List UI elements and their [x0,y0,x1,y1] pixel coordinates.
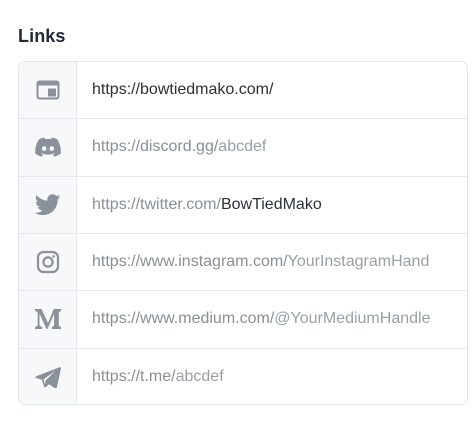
twitter-url-input[interactable]: https://twitter.com/BowTiedMako [77,177,467,233]
twitter-icon-cell [19,176,77,233]
instagram-url-input[interactable]: https://www.instagram.com/YourInstagramH… [77,234,467,290]
link-row-telegram: https://t.me/abcdef [19,348,467,404]
twitter-url-prefix: https://twitter.com/ [92,195,221,213]
discord-icon-cell [19,119,77,176]
telegram-icon [34,367,61,389]
telegram-url-placeholder: abcdef [175,368,224,386]
discord-icon [34,138,61,158]
instagram-url-placeholder: YourInstagramHand [287,253,430,271]
twitter-url-value: BowTiedMako [220,195,322,213]
link-row-website: https://bowtiedmako.com/ [19,62,467,120]
website-icon-cell [19,62,77,119]
website-icon [36,80,59,100]
section-title: Links [18,26,66,46]
discord-url-prefix: https://discord.gg/ [92,138,219,156]
instagram-icon-cell [19,233,77,291]
twitter-icon [34,194,61,215]
medium-icon-cell [19,291,77,348]
medium-url-prefix: https://www.medium.com/ [92,310,275,328]
discord-url-input[interactable]: https://discord.gg/abcdef [77,119,467,175]
link-row-instagram: https://www.instagram.com/YourInstagramH… [19,233,467,292]
link-row-twitter: https://twitter.com/BowTiedMako [19,176,467,234]
discord-url-placeholder: abcdef [218,138,267,156]
instagram-url-prefix: https://www.instagram.com/ [92,253,288,271]
telegram-icon-cell [19,348,77,404]
telegram-url-prefix: https://t.me/ [92,368,176,386]
medium-url-input[interactable]: https://www.medium.com/@YourMediumHandle [77,291,467,347]
website-url-input[interactable]: https://bowtiedmako.com/ [77,62,467,118]
link-row-discord: https://discord.gg/abcdef [19,119,467,177]
link-row-medium: https://www.medium.com/@YourMediumHandle [19,291,467,349]
website-url: https://bowtiedmako.com/ [92,81,274,99]
links-table: https://bowtiedmako.com/ https://discord… [18,61,468,405]
telegram-url-input[interactable]: https://t.me/abcdef [77,349,467,404]
medium-icon [34,309,61,330]
medium-url-placeholder: @YourMediumHandle [274,310,431,328]
instagram-icon [36,251,59,274]
